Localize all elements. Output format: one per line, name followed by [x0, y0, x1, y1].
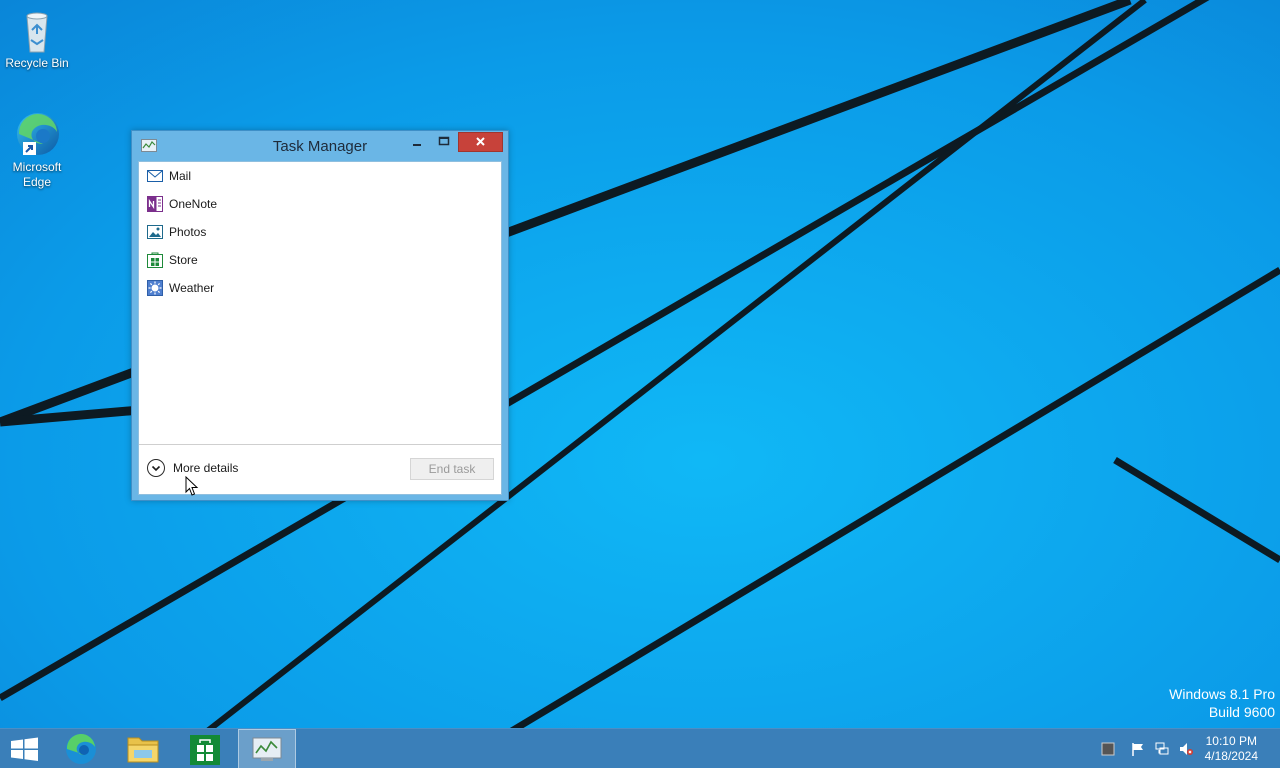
process-item-onenote[interactable]: OneNote: [139, 191, 501, 217]
chevron-down-icon: [147, 459, 165, 477]
edge-icon: [13, 110, 61, 158]
minimize-icon: [413, 144, 421, 146]
show-desktop-icon[interactable]: [1101, 742, 1115, 756]
action-center-flag-icon[interactable]: [1131, 742, 1145, 756]
end-task-button[interactable]: End task: [410, 458, 494, 480]
process-label: Mail: [169, 169, 192, 183]
close-button[interactable]: [458, 132, 503, 152]
process-item-photos[interactable]: Photos: [139, 219, 501, 245]
mail-icon: [147, 170, 163, 182]
taskbar-file-explorer[interactable]: [114, 729, 172, 768]
process-label: Photos: [169, 225, 207, 239]
desktop-icon-microsoft-edge[interactable]: Microsoft Edge: [0, 110, 74, 190]
clock[interactable]: 10:10 PM 4/18/2024: [1205, 734, 1258, 764]
desktop-icon-label: Recycle Bin: [5, 56, 69, 70]
taskbar: 10:10 PM 4/18/2024: [0, 728, 1280, 768]
volume-muted-icon[interactable]: [1179, 742, 1193, 756]
windows-edition-watermark: Windows 8.1 Pro Build 9600: [1169, 686, 1275, 720]
windows-logo-icon: [11, 737, 38, 761]
weather-icon: [147, 280, 163, 296]
desktop-icon-label: Microsoft Edge: [12, 160, 62, 189]
maximize-button[interactable]: [434, 132, 454, 152]
process-label: Weather: [169, 281, 215, 295]
process-label: OneNote: [169, 197, 218, 211]
process-label: Store: [169, 253, 198, 267]
taskbar-task-manager[interactable]: [238, 729, 296, 768]
process-list: Mail OneNote Photos Store Weather: [139, 162, 501, 445]
taskbar-store[interactable]: [176, 729, 234, 768]
task-manager-window[interactable]: Task Manager Mail OneNote Photos Store W…: [131, 130, 509, 501]
clock-date: 4/18/2024: [1204, 749, 1258, 763]
process-item-mail[interactable]: Mail: [139, 163, 501, 189]
maximize-icon: [438, 136, 450, 146]
close-icon: [476, 137, 485, 146]
task-manager-icon: [252, 737, 282, 761]
start-button[interactable]: [0, 729, 58, 768]
taskbar-edge[interactable]: [52, 729, 110, 768]
photos-icon: [147, 225, 163, 239]
clock-time: 10:10 PM: [1205, 734, 1257, 748]
edge-icon: [66, 733, 96, 764]
folder-icon: [127, 737, 159, 763]
minimize-button[interactable]: [408, 132, 426, 152]
store-icon: [190, 735, 220, 765]
task-manager-client: Mail OneNote Photos Store Weather More d…: [138, 161, 502, 495]
store-icon: [147, 252, 163, 268]
process-item-weather[interactable]: Weather: [139, 275, 501, 301]
recycle-bin-icon: [13, 6, 61, 54]
more-details-toggle[interactable]: More details: [147, 459, 238, 477]
mouse-cursor-icon: [185, 476, 199, 496]
title-bar[interactable]: Task Manager: [132, 131, 508, 161]
build-text: Build 9600: [1208, 704, 1275, 720]
edition-text: Windows 8.1 Pro: [1169, 686, 1275, 702]
network-icon[interactable]: [1155, 742, 1169, 756]
more-details-label: More details: [173, 461, 239, 475]
process-item-store[interactable]: Store: [139, 247, 501, 273]
onenote-icon: [147, 196, 163, 212]
desktop-icon-recycle-bin[interactable]: Recycle Bin: [0, 6, 74, 71]
